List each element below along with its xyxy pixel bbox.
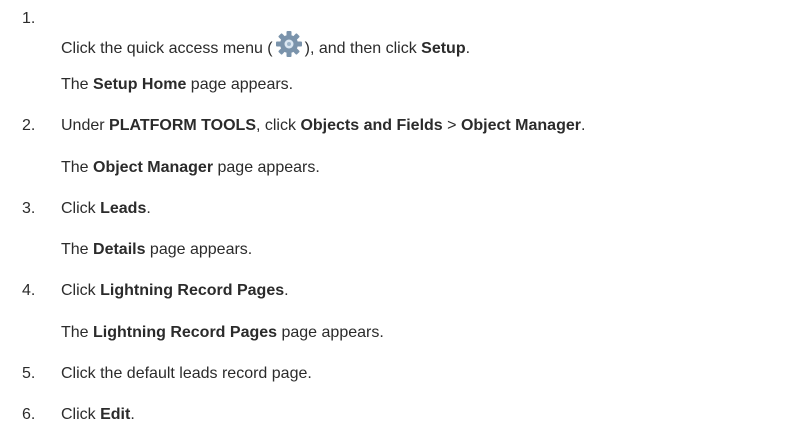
step-number: 3. [22, 200, 36, 217]
gear-icon [274, 29, 304, 59]
step-instruction: Click the quick access menu ( ), and the… [61, 29, 470, 59]
step-number: 1. [22, 10, 36, 27]
step-instruction: Click the default leads record page. [61, 365, 312, 382]
step-result: The Lightning Record Pages page appears. [61, 324, 384, 341]
step-instruction: Click Leads. [61, 200, 151, 217]
step-result: The Object Manager page appears. [61, 159, 320, 176]
step-instruction: Under PLATFORM TOOLS, click Objects and … [61, 117, 586, 134]
step-number: 5. [22, 365, 36, 382]
step-instruction: Click Edit. [61, 406, 135, 423]
step-number: 4. [22, 282, 36, 299]
step-number: 2. [22, 117, 36, 134]
step-instruction: Click Lightning Record Pages. [61, 282, 289, 299]
step-number: 6. [22, 406, 36, 423]
step-result: The Details page appears. [61, 241, 253, 258]
step-result: The Setup Home page appears. [61, 76, 294, 93]
